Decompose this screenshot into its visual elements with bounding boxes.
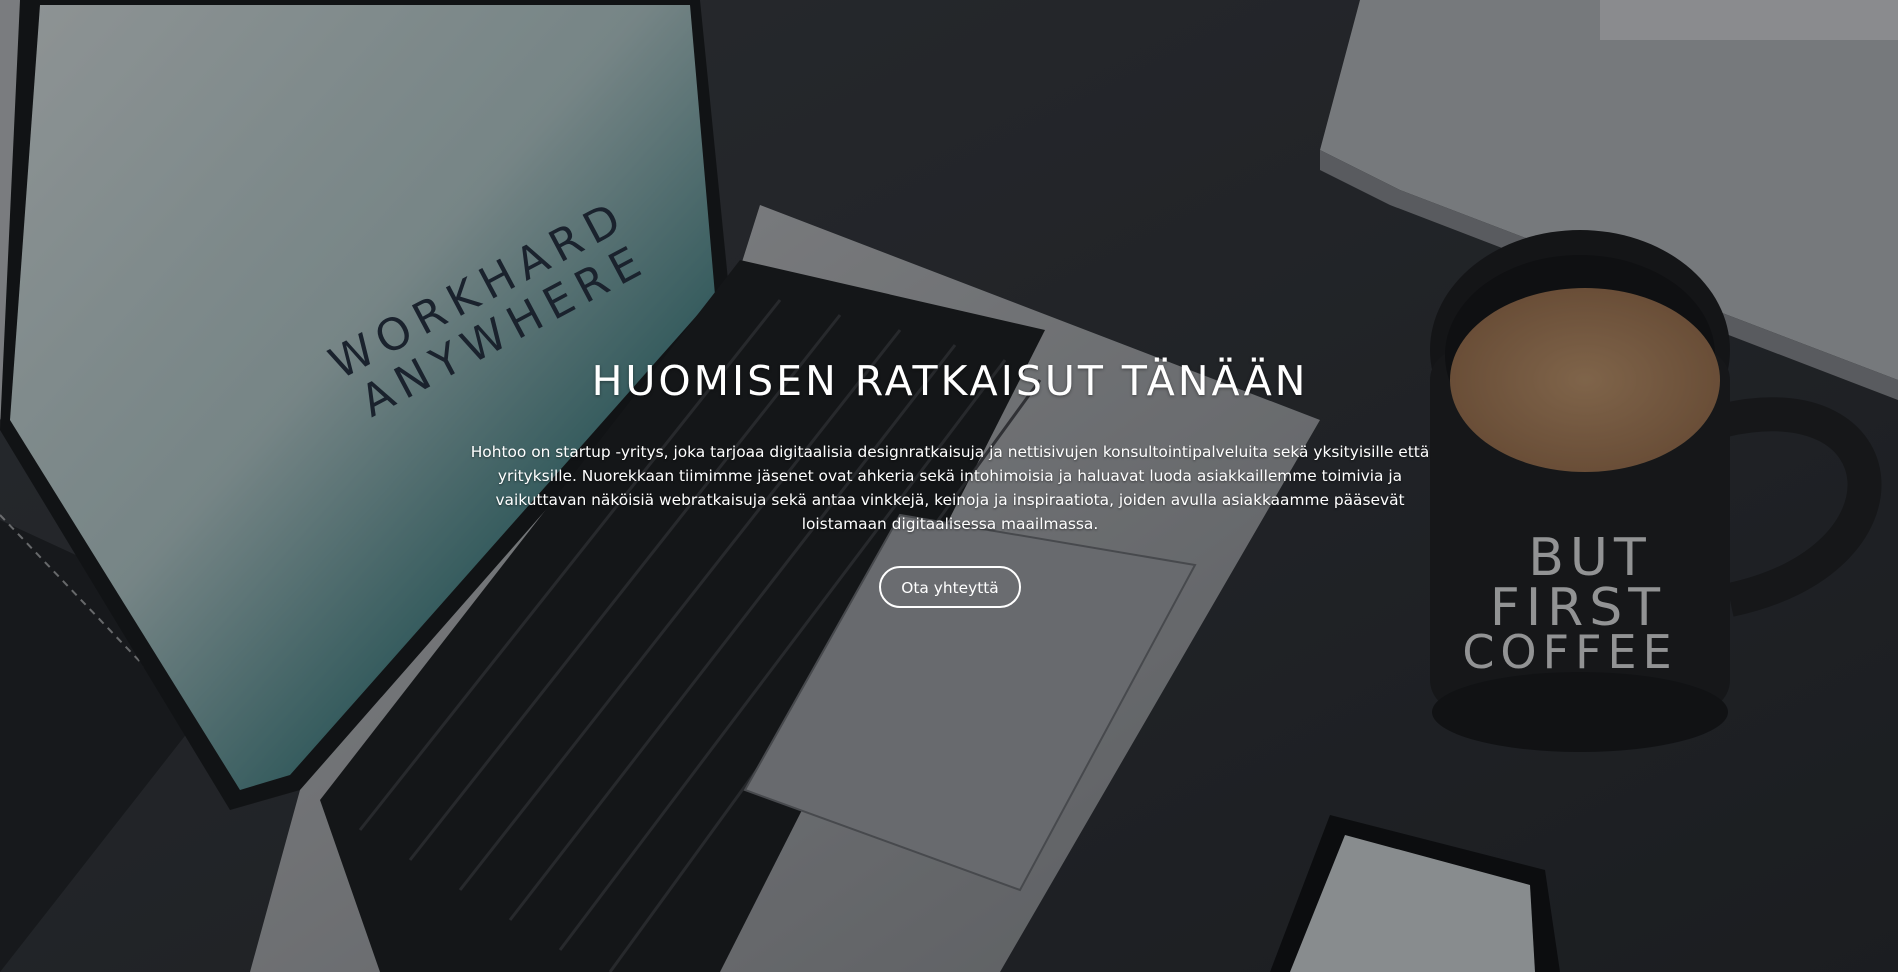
hero-title: HUOMISEN RATKAISUT TÄNÄÄN bbox=[591, 357, 1309, 405]
hero-description: Hohtoo on startup -yritys, joka tarjoaa … bbox=[470, 443, 1430, 533]
hero-content: HUOMISEN RATKAISUT TÄNÄÄN Hohtoo on star… bbox=[460, 352, 1440, 608]
hero-section: WORKHARD ANYWHERE BUT FIRST COFFEE HUOMI… bbox=[0, 0, 1898, 972]
contact-button[interactable]: Ota yhteyttä bbox=[879, 566, 1021, 608]
